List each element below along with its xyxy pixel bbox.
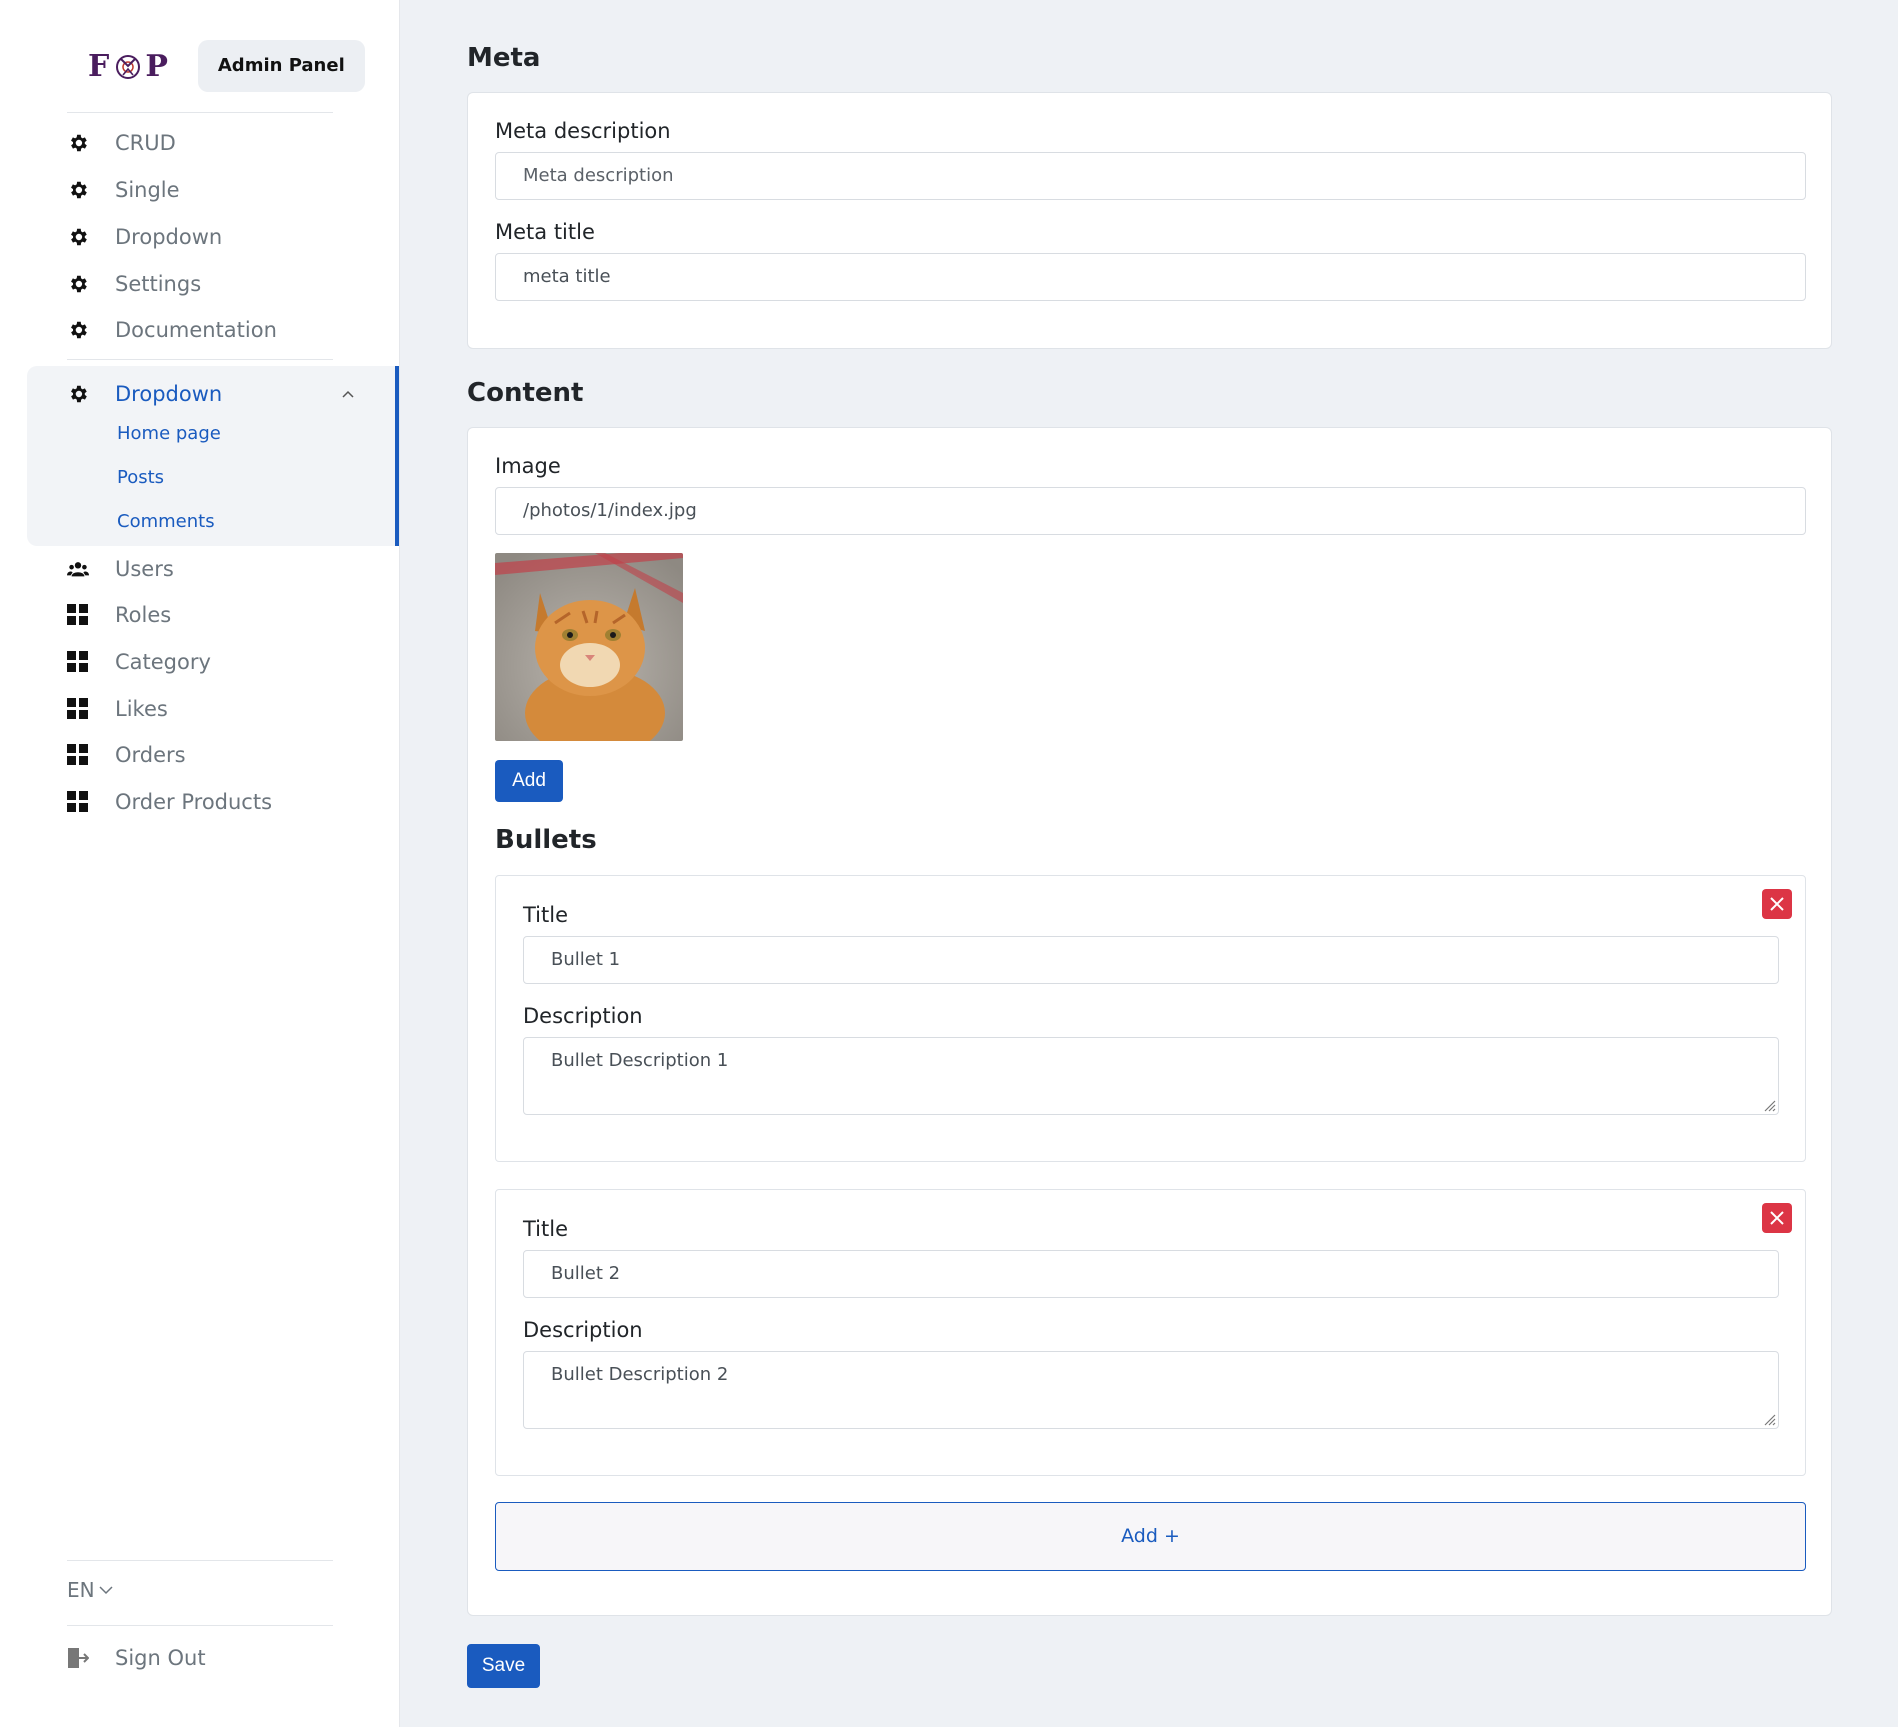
gear-icon [67, 179, 89, 201]
bullet-card: Title Bullet 1 Description Bullet Descri… [495, 875, 1806, 1162]
sidebar-dropdown-toggle[interactable]: Dropdown [67, 374, 359, 414]
section-heading-meta: Meta [467, 43, 541, 73]
bullet-description-label: Description [523, 1318, 643, 1342]
sidebar-item-roles[interactable]: Roles [67, 595, 171, 635]
sidebar-subitem-comments[interactable]: Comments [117, 511, 215, 532]
sidebar-divider [67, 112, 333, 113]
meta-title-input[interactable]: meta title [495, 253, 1806, 301]
bullet-description-value: Bullet Description 2 [551, 1364, 729, 1385]
sidebar-item-orders[interactable]: Orders [67, 735, 186, 775]
sidebar-divider [67, 359, 333, 360]
language-label: EN [67, 1578, 95, 1602]
logo-letter-left: F [88, 48, 112, 84]
grid-icon [67, 651, 89, 673]
language-selector[interactable]: EN [67, 1578, 113, 1602]
chevron-down-icon [99, 1585, 113, 1595]
sidebar-item-label: Order Products [115, 790, 273, 814]
grid-icon [67, 604, 89, 626]
resize-handle-icon[interactable] [1760, 1096, 1776, 1112]
bullet-title-input[interactable]: Bullet 1 [523, 936, 1779, 984]
save-button[interactable]: Save [467, 1644, 540, 1688]
sidebar-item-dropdown[interactable]: Dropdown [67, 217, 222, 257]
bullets-heading: Bullets [495, 825, 597, 855]
bullet-description-label: Description [523, 1004, 643, 1028]
meta-title-label: Meta title [495, 220, 595, 244]
gear-icon [67, 383, 89, 405]
users-icon [67, 558, 89, 580]
sign-out-label: Sign Out [115, 1646, 206, 1670]
sidebar-item-label: Likes [115, 697, 168, 721]
sidebar-item-label: Users [115, 557, 174, 581]
admin-panel-badge[interactable]: Admin Panel [197, 40, 365, 92]
bullet-title-label: Title [523, 1217, 569, 1241]
remove-bullet-button[interactable] [1762, 889, 1792, 919]
sidebar-subitem-posts[interactable]: Posts [117, 467, 164, 488]
sidebar-divider [67, 1560, 333, 1561]
grid-icon [67, 744, 89, 766]
logo-letter-right: P [145, 48, 170, 84]
sidebar-item-label: Single [115, 178, 180, 202]
sign-out-button[interactable]: Sign Out [67, 1638, 206, 1678]
sidebar-item-label: Roles [115, 603, 172, 627]
sidebar-item-crud[interactable]: CRUD [67, 123, 176, 163]
close-icon [1770, 1211, 1784, 1225]
gear-icon [67, 226, 89, 248]
sidebar-item-label: CRUD [115, 131, 176, 155]
add-bullet-button[interactable]: Add + [495, 1502, 1806, 1571]
add-image-button[interactable]: Add [495, 760, 563, 802]
sidebar-item-label: Dropdown [115, 225, 223, 249]
gear-icon [67, 132, 89, 154]
image-preview [495, 553, 683, 741]
image-path-input[interactable]: /photos/1/index.jpg [495, 487, 1806, 535]
meta-card: Meta description Meta description Meta t… [467, 92, 1832, 349]
bullet-description-textarea[interactable]: Bullet Description 1 [523, 1037, 1779, 1115]
meta-description-label: Meta description [495, 119, 671, 143]
bullet-card: Title Bullet 2 Description Bullet Descri… [495, 1189, 1806, 1476]
chevron-up-icon[interactable] [337, 383, 359, 405]
meta-description-input[interactable]: Meta description [495, 152, 1806, 200]
bullet-title-input[interactable]: Bullet 2 [523, 1250, 1779, 1298]
sidebar-divider [67, 1625, 333, 1626]
section-heading-content: Content [467, 378, 584, 408]
sidebar-subitem-home-page[interactable]: Home page [117, 423, 221, 444]
sidebar-item-label: Orders [115, 743, 186, 767]
sign-out-icon [67, 1647, 89, 1669]
brand: F P Admin Panel [88, 40, 365, 92]
sidebar-item-documentation[interactable]: Documentation [67, 310, 277, 350]
image-label: Image [495, 454, 561, 478]
sidebar-item-users[interactable]: Users [67, 549, 174, 589]
logo-emblem-icon [115, 53, 141, 79]
sidebar-item-settings[interactable]: Settings [67, 264, 201, 304]
close-icon [1770, 897, 1784, 911]
bullet-title-label: Title [523, 903, 569, 927]
grid-icon [67, 791, 89, 813]
remove-bullet-button[interactable] [1762, 1203, 1792, 1233]
grid-icon [67, 698, 89, 720]
sidebar-dropdown-label: Dropdown [115, 382, 223, 406]
content-card: Image /photos/1/index.jpg Add Bullets Ti… [467, 427, 1832, 1616]
gear-icon [67, 319, 89, 341]
sidebar-item-label: Category [115, 650, 211, 674]
sidebar-item-single[interactable]: Single [67, 170, 180, 210]
sidebar-item-likes[interactable]: Likes [67, 689, 168, 729]
sidebar-item-label: Documentation [115, 318, 277, 342]
sidebar: F P Admin Panel CRUD Single Dropdown Set… [0, 0, 400, 1727]
bullet-description-textarea[interactable]: Bullet Description 2 [523, 1351, 1779, 1429]
resize-handle-icon[interactable] [1760, 1410, 1776, 1426]
gear-icon [67, 273, 89, 295]
sidebar-item-order-products[interactable]: Order Products [67, 782, 272, 822]
bullet-description-value: Bullet Description 1 [551, 1050, 729, 1071]
sidebar-item-category[interactable]: Category [67, 642, 211, 682]
logo[interactable]: F P [88, 49, 170, 84]
sidebar-dropdown-group: Dropdown Home page Posts Comments [27, 366, 399, 546]
sidebar-item-label: Settings [115, 272, 202, 296]
